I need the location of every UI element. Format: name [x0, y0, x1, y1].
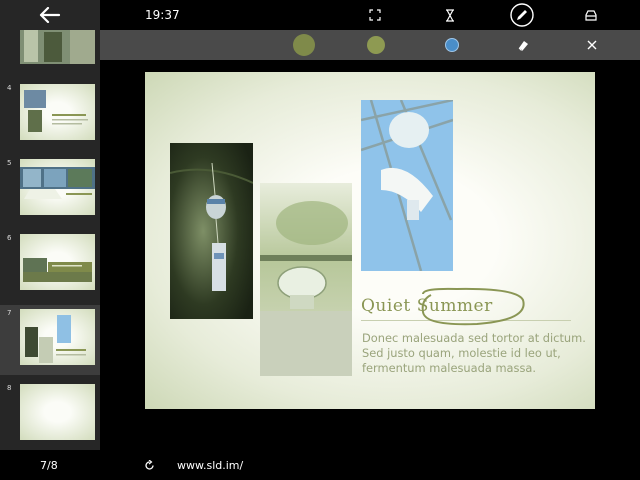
thumbnail-image	[20, 28, 95, 64]
slide-sidebar: 4 5 6 7 8	[0, 0, 100, 450]
drawing-toolbar	[100, 30, 640, 60]
clock: 19:37	[145, 8, 180, 22]
thumbnail-image	[20, 234, 95, 290]
slide-number: 5	[7, 159, 12, 167]
back-button[interactable]	[0, 0, 100, 30]
refresh-icon[interactable]	[143, 459, 155, 471]
sky-chime-photo	[361, 100, 453, 271]
slide-number: 6	[7, 234, 12, 242]
slide-thumbnail-6[interactable]: 6	[0, 230, 100, 300]
slide-thumbnail-8[interactable]: 8	[0, 380, 100, 450]
pen-icon[interactable]	[510, 3, 534, 27]
page-counter: 7/8	[40, 458, 58, 472]
glass-bowl-photo	[260, 183, 352, 376]
hourglass-icon[interactable]	[443, 8, 457, 22]
slide-number: 4	[7, 84, 12, 92]
eraser-icon[interactable]	[584, 8, 598, 22]
slide-canvas-area[interactable]: Quiet Summer Donec malesuada sed tortor a…	[100, 60, 640, 450]
slide-number: 8	[7, 384, 12, 392]
eraser-icon[interactable]	[516, 38, 530, 52]
wind-chime-photo	[170, 143, 253, 319]
slide-thumbnail-4[interactable]: 4	[0, 80, 100, 150]
slide-body-text: Donec malesuada sed tortor at dictum. Se…	[362, 331, 586, 375]
thumbnail-image	[20, 84, 95, 140]
share-url[interactable]: www.sld.im/	[177, 450, 243, 480]
slide-thumbnail-7[interactable]: 7	[0, 305, 100, 375]
close-icon[interactable]	[585, 38, 599, 52]
slide-thumbnail-5[interactable]: 5	[0, 155, 100, 225]
slide-number: 7	[7, 309, 12, 317]
fullscreen-icon[interactable]	[368, 8, 382, 22]
title-word-quiet: Quiet	[361, 296, 411, 316]
color-swatch-olive[interactable]	[293, 34, 315, 56]
thumbnail-image	[20, 309, 95, 365]
top-bar: 19:37	[100, 0, 640, 30]
bottom-bar: 7/8 www.sld.im/	[0, 450, 640, 480]
back-arrow-icon	[39, 7, 61, 23]
thumbnail-image	[20, 159, 95, 215]
current-slide[interactable]: Quiet Summer Donec malesuada sed tortor a…	[145, 72, 595, 409]
color-swatch-green[interactable]	[367, 36, 385, 54]
pen-annotation	[421, 287, 525, 326]
color-swatch-blue[interactable]	[445, 38, 459, 52]
thumbnail-image	[20, 384, 95, 440]
